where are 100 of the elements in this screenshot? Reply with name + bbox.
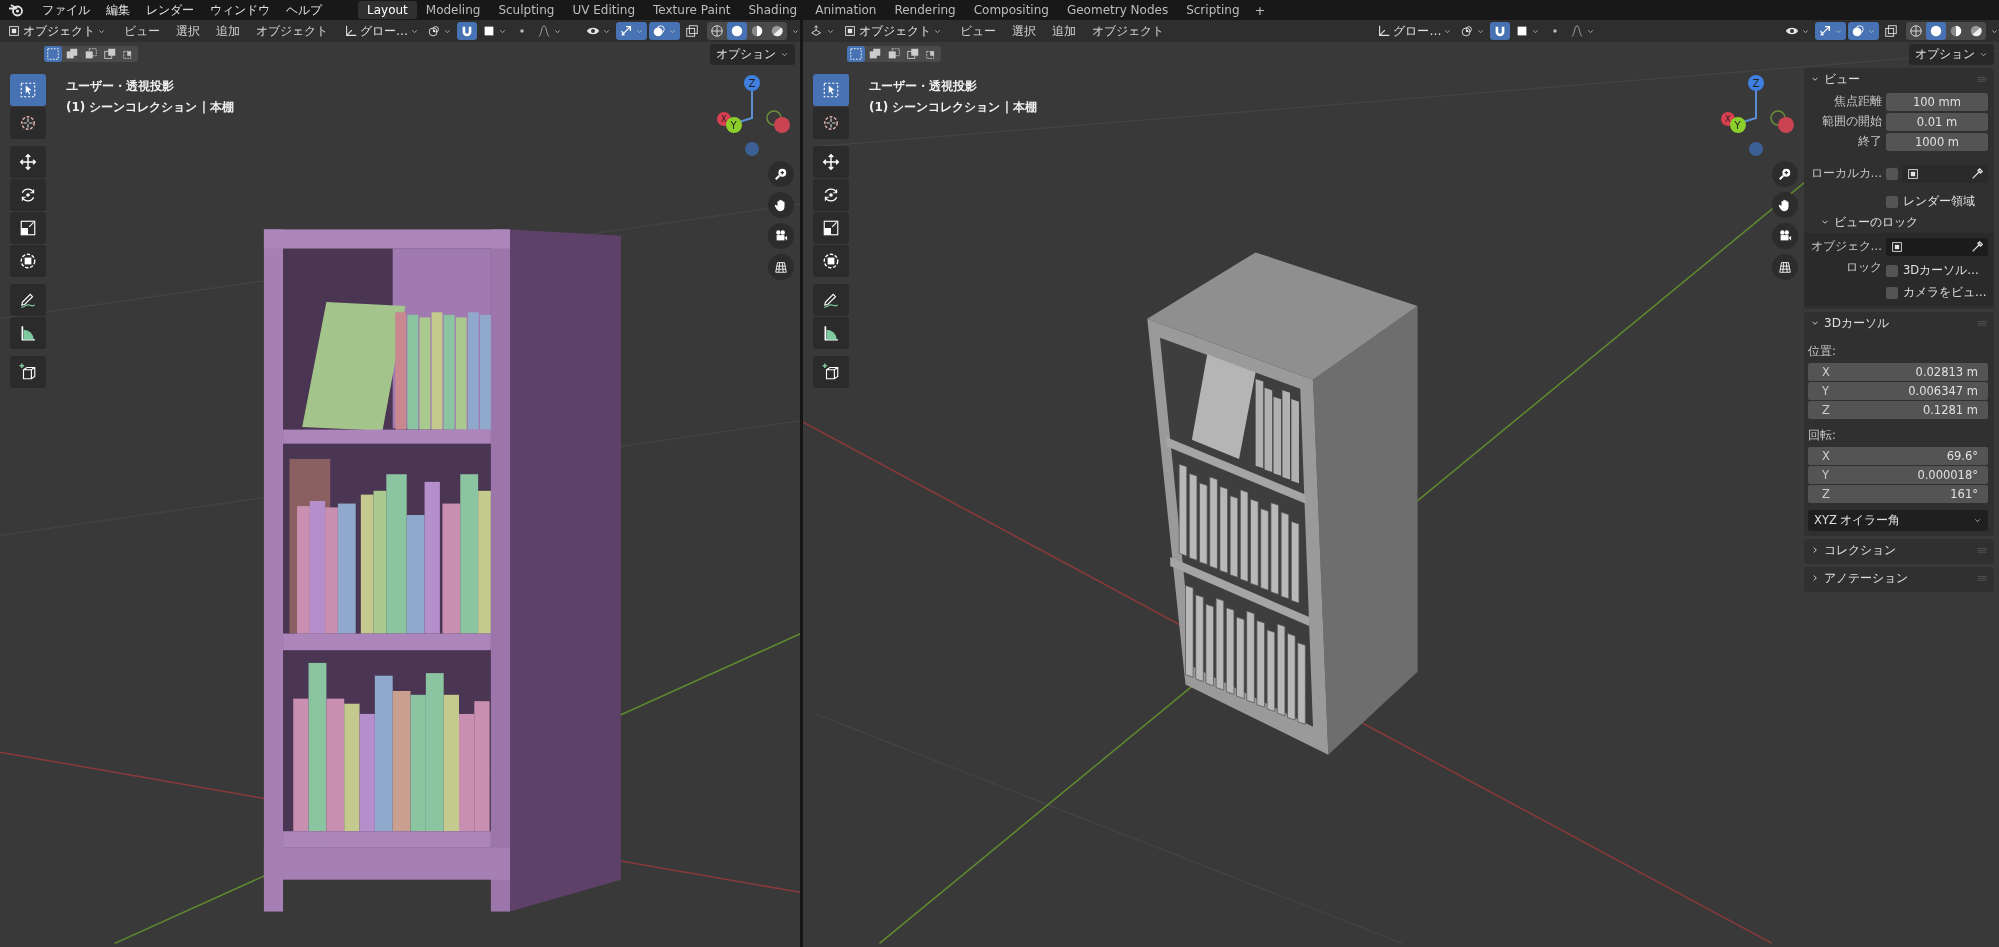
gizmo-button[interactable] [616, 22, 647, 40]
checkbox[interactable] [1886, 195, 1898, 208]
gizmo-button[interactable] [1815, 22, 1846, 40]
panel-header[interactable]: アノテーション [1804, 567, 1994, 589]
header-menu[interactable]: オブジェクト [1085, 22, 1171, 40]
object-field[interactable] [1886, 237, 1988, 256]
checkbox-label[interactable]: レンダー領域 [1903, 194, 1975, 209]
camera-button[interactable] [768, 223, 794, 249]
add-cube-tool-button[interactable] [10, 356, 46, 388]
eyedropper-icon[interactable] [1970, 239, 1984, 254]
cursor-tool-button[interactable] [10, 107, 46, 139]
workspace-tab[interactable]: Modeling [416, 1, 490, 19]
add-workspace-button[interactable]: + [1248, 2, 1272, 18]
zoom-button[interactable] [1772, 161, 1798, 187]
header-menu[interactable]: ビュー [117, 22, 167, 40]
menu-item[interactable]: ウィンドウ [202, 1, 278, 19]
orientation-dropdown[interactable]: グロー… [341, 22, 422, 40]
menu-item[interactable]: ファイル [34, 1, 98, 19]
select-box-tool-button[interactable] [813, 74, 849, 106]
measure-tool-button[interactable] [10, 317, 46, 349]
transform-tool-button[interactable] [10, 245, 46, 277]
y-axis-ball[interactable]: Y [1730, 117, 1746, 133]
transform-tool-button[interactable] [813, 245, 849, 277]
vector-field[interactable]: X 0.02813 m [1808, 363, 1988, 381]
hand-button[interactable] [768, 192, 794, 218]
number-field[interactable]: 0.01 m [1886, 112, 1988, 131]
vector-field[interactable]: X 69.6° [1808, 447, 1988, 465]
grid-button[interactable] [1772, 254, 1798, 280]
header-menu[interactable]: ビュー [953, 22, 1003, 40]
move-tool-button[interactable] [10, 146, 46, 178]
panel-header[interactable]: 3Dカーソル [1804, 312, 1994, 334]
panel-header[interactable]: ビュー [1804, 68, 1994, 90]
eyedropper-icon[interactable] [1970, 166, 1984, 181]
y-axis-ball[interactable]: Y [726, 117, 742, 133]
app-logo-icon[interactable] [8, 2, 24, 18]
selection-mode-button[interactable] [847, 46, 865, 62]
annotate-tool-button[interactable] [813, 284, 849, 316]
vector-field[interactable]: Z 161° [1808, 485, 1988, 503]
workspace-tab[interactable]: Compositing [964, 1, 1058, 19]
menu-item[interactable]: 編集 [98, 1, 138, 19]
scale-tool-button[interactable] [813, 212, 849, 244]
move-tool-button[interactable] [813, 146, 849, 178]
camera-button[interactable] [1772, 223, 1798, 249]
header-menu[interactable]: 選択 [169, 22, 207, 40]
menu-item[interactable]: ヘルプ [278, 1, 330, 19]
vector-field[interactable]: Y 0.006347 m [1808, 382, 1988, 400]
mode-dropdown[interactable]: オブジェクト [840, 22, 945, 40]
menu-item[interactable]: レンダー [138, 1, 202, 19]
workspace-tab[interactable]: Geometry Nodes [1057, 1, 1178, 19]
orientation-dropdown[interactable]: グロー… [1374, 22, 1456, 40]
cursor-tool-button[interactable] [813, 107, 849, 139]
workspace-tab[interactable]: Shading [739, 1, 807, 19]
workspace-tab[interactable]: Animation [806, 1, 886, 19]
checkbox[interactable] [1886, 167, 1898, 180]
workspace-tab[interactable]: Layout [358, 1, 417, 19]
workspace-tab[interactable]: Sculpting [489, 1, 564, 19]
rotation-mode-dropdown[interactable]: XYZ オイラー角 [1808, 510, 1988, 531]
cube-plus-icon [19, 363, 37, 381]
grid-button[interactable] [768, 254, 794, 280]
hand-button[interactable] [1772, 192, 1798, 218]
mode-dropdown[interactable]: オブジェクト [4, 22, 109, 40]
annotate-tool-button[interactable] [10, 284, 46, 316]
overlay-button[interactable] [649, 22, 680, 40]
zoom-button[interactable] [768, 161, 794, 187]
header-menu[interactable]: 追加 [209, 22, 247, 40]
snap-button[interactable] [1490, 22, 1511, 40]
workspace-tab[interactable]: Rendering [885, 1, 965, 19]
number-field[interactable]: 100 mm [1886, 92, 1988, 111]
snap-button[interactable] [457, 22, 477, 40]
vector-field[interactable]: Y 0.000018° [1808, 466, 1988, 484]
options-dropdown[interactable]: オプション [1909, 43, 1994, 65]
scale-tool-button[interactable] [10, 212, 46, 244]
solid-shading-button[interactable] [727, 22, 747, 40]
vector-field[interactable]: Z 0.1281 m [1808, 401, 1988, 419]
header-menu[interactable]: 選択 [1005, 22, 1043, 40]
checkbox[interactable] [1886, 264, 1898, 277]
number-field[interactable]: 1000 m [1886, 132, 1988, 151]
subpanel-header[interactable]: ビューのロック [1804, 211, 1994, 233]
select-box-tool-button[interactable] [10, 74, 46, 106]
workspace-tab[interactable]: UV Editing [563, 1, 645, 19]
solid-shading-button[interactable] [1926, 22, 1946, 40]
options-dropdown[interactable]: オプション [710, 43, 795, 65]
panel-header[interactable]: コレクション [1804, 539, 1994, 561]
rotate-tool-button[interactable] [813, 179, 849, 211]
checkbox[interactable] [1886, 286, 1898, 299]
workspace-tab[interactable]: Scripting [1177, 1, 1249, 19]
z-axis-ball[interactable]: Z [1748, 75, 1764, 91]
rotate-tool-button[interactable] [10, 179, 46, 211]
crosshair-icon [19, 114, 37, 132]
add-cube-tool-button[interactable] [813, 356, 849, 388]
checkbox-label[interactable]: カメラをビュ… [1903, 285, 1987, 300]
workspace-tab[interactable]: Texture Paint [644, 1, 740, 19]
selection-mode-button[interactable] [44, 46, 62, 62]
measure-tool-button[interactable] [813, 317, 849, 349]
z-axis-ball[interactable]: Z [744, 75, 760, 91]
object-field[interactable] [1902, 164, 1988, 183]
header-menu[interactable]: オブジェクト [249, 22, 335, 40]
checkbox-label[interactable]: 3Dカーソル… [1903, 263, 1979, 278]
overlay-button[interactable] [1848, 22, 1879, 40]
header-menu[interactable]: 追加 [1045, 22, 1083, 40]
